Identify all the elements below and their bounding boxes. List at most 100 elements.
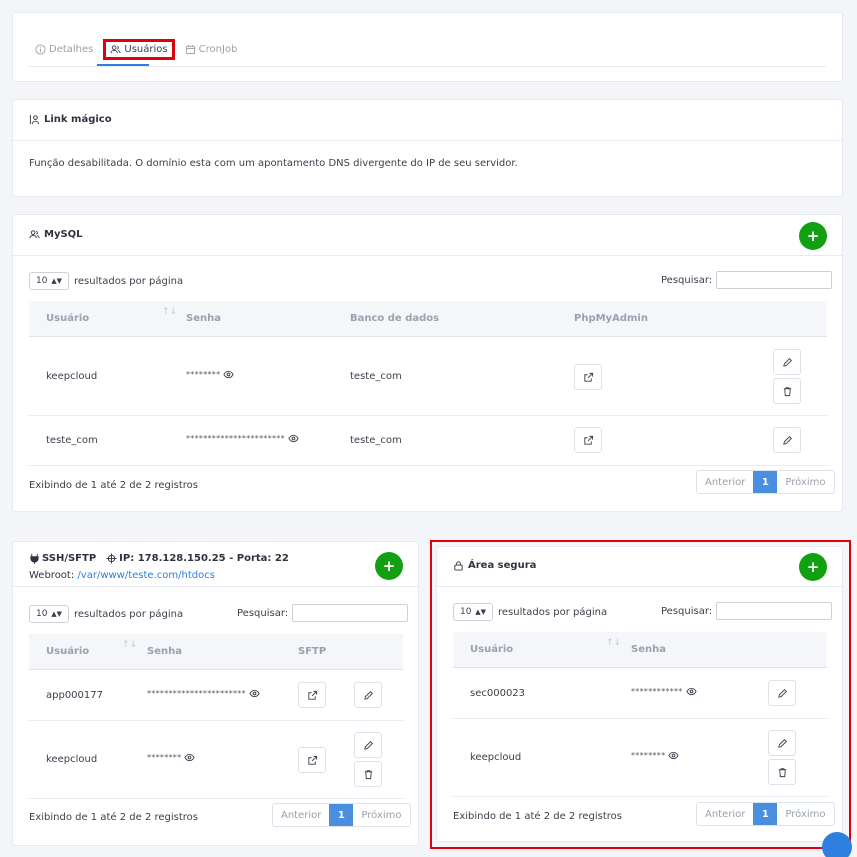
prev-page-button[interactable]: Anterior	[697, 803, 754, 825]
add-ssh-user-button[interactable]: +	[375, 552, 403, 580]
pagination: Anterior 1 Próximo	[696, 470, 835, 494]
page-length-select[interactable]: 10 ▲▼	[453, 603, 493, 621]
cell-user: sec000023	[470, 688, 526, 699]
edit-button[interactable]	[773, 349, 801, 375]
prev-page-button[interactable]: Anterior	[697, 471, 754, 493]
eye-icon[interactable]	[249, 688, 260, 699]
search-label: Pesquisar:	[661, 605, 713, 617]
col-sftp[interactable]: SFTP	[298, 646, 326, 657]
secure-area-card: Área segura + 10 ▲▼ resultados por página…	[436, 546, 843, 842]
col-user[interactable]: Usuário	[46, 646, 89, 657]
card-header: MySQL	[13, 215, 842, 256]
tabs-divider	[29, 66, 826, 67]
open-sftp-button[interactable]	[298, 682, 326, 708]
edit-button[interactable]	[768, 680, 796, 706]
next-page-button[interactable]: Próximo	[777, 803, 834, 825]
table-row: sec000023 ************	[453, 669, 827, 719]
tab-bar: Detalhes Usuários CronJob	[29, 39, 243, 60]
page-1-button[interactable]: 1	[753, 803, 778, 825]
table-row: keepcloud ********	[453, 719, 827, 797]
external-link-icon	[307, 690, 317, 700]
col-password[interactable]: Senha	[631, 644, 666, 655]
open-phpmyadmin-button[interactable]	[574, 364, 602, 390]
tab-usuarios[interactable]: Usuários	[103, 39, 175, 60]
col-phpmyadmin[interactable]: PhpMyAdmin	[574, 313, 648, 324]
info-icon	[35, 44, 46, 55]
table-info: Exibindo de 1 até 2 de 2 registros	[453, 811, 623, 822]
active-tab-indicator	[97, 64, 149, 66]
search-input[interactable]	[716, 271, 833, 289]
eye-icon[interactable]	[668, 750, 680, 761]
card-title: MySQL	[29, 229, 83, 240]
card-title: Link mágico	[29, 114, 112, 125]
search: Pesquisar:	[237, 604, 409, 622]
next-page-button[interactable]: Próximo	[353, 804, 410, 826]
col-user[interactable]: Usuário	[46, 313, 89, 324]
password-mask: ********	[186, 370, 221, 379]
page-length-label: resultados por página	[74, 608, 184, 620]
table-row: keepcloud ********	[29, 721, 403, 799]
edit-button[interactable]	[773, 427, 801, 453]
eye-icon[interactable]	[288, 433, 299, 444]
password-mask: ********	[147, 753, 182, 762]
search-label: Pesquisar:	[237, 607, 289, 619]
edit-button[interactable]	[768, 730, 796, 756]
page-length-value: 10	[36, 609, 48, 619]
ssh-ip: IP: 178.128.150.25 - Porta: 22	[106, 553, 289, 564]
edit-button[interactable]	[354, 732, 382, 758]
add-secure-user-button[interactable]: +	[799, 553, 827, 581]
delete-button[interactable]	[768, 759, 796, 785]
external-link-icon	[583, 435, 593, 445]
sort-icon[interactable]: ↑↓	[162, 307, 177, 317]
page-length-value: 10	[460, 607, 472, 617]
page-length-select[interactable]: 10 ▲▼	[29, 605, 69, 623]
search-input[interactable]	[716, 602, 833, 620]
tab-cronjob[interactable]: CronJob	[179, 41, 244, 58]
calendar-icon	[185, 44, 195, 55]
search: Pesquisar:	[661, 602, 833, 620]
updown-icon: ▲▼	[51, 610, 62, 618]
search-input[interactable]	[292, 604, 409, 622]
open-phpmyadmin-button[interactable]	[574, 427, 602, 453]
eye-icon[interactable]	[184, 752, 196, 763]
open-sftp-button[interactable]	[298, 747, 326, 773]
pagination: Anterior 1 Próximo	[696, 802, 835, 826]
delete-button[interactable]	[773, 378, 801, 404]
col-database[interactable]: Banco de dados	[350, 313, 439, 324]
eye-icon[interactable]	[685, 686, 697, 697]
webroot-path[interactable]: /var/www/teste.com/htdocs	[77, 570, 215, 581]
page-length: 10 ▲▼ resultados por página	[29, 272, 183, 290]
sort-icon[interactable]: ↑↓	[606, 638, 621, 648]
col-password[interactable]: Senha	[186, 313, 221, 324]
edit-button[interactable]	[354, 682, 382, 708]
sort-icon[interactable]: ↑↓	[122, 640, 137, 650]
page-1-button[interactable]: 1	[329, 804, 354, 826]
page-length: 10 ▲▼ resultados por página	[29, 605, 183, 623]
col-password[interactable]: Senha	[147, 646, 182, 657]
next-page-button[interactable]: Próximo	[777, 471, 834, 493]
ssh-title-text: SSH/SFTP	[42, 553, 97, 564]
pagination: Anterior 1 Próximo	[272, 803, 411, 827]
page-length-select[interactable]: 10 ▲▼	[29, 272, 69, 290]
chat-widget-button[interactable]	[822, 832, 852, 857]
webroot: Webroot: /var/www/teste.com/htdocs	[29, 570, 215, 581]
webroot-label: Webroot:	[29, 570, 75, 581]
ssh-title: SSH/SFTP	[29, 553, 96, 564]
ssh-title-row: SSH/SFTP IP: 178.128.150.25 - Porta: 22	[29, 553, 289, 564]
tab-detalhes[interactable]: Detalhes	[29, 41, 99, 58]
col-user[interactable]: Usuário	[470, 644, 513, 655]
cell-user: keepcloud	[46, 754, 98, 765]
page-1-button[interactable]: 1	[753, 471, 778, 493]
mysql-card: MySQL + 10 ▲▼ resultados por página Pesqu…	[12, 214, 843, 512]
users-icon	[29, 230, 40, 239]
add-mysql-user-button[interactable]: +	[799, 222, 827, 250]
eye-icon[interactable]	[223, 369, 235, 380]
prev-page-button[interactable]: Anterior	[273, 804, 330, 826]
cell-password: ********	[147, 752, 196, 763]
external-link-icon	[583, 372, 593, 382]
table-header: Usuário ↑↓ Senha Banco de dados PhpMyAdm…	[29, 301, 827, 337]
password-mask: ********	[631, 751, 666, 760]
tab-label: Usuários	[124, 44, 168, 55]
delete-button[interactable]	[354, 761, 382, 787]
pencil-icon	[782, 435, 792, 445]
